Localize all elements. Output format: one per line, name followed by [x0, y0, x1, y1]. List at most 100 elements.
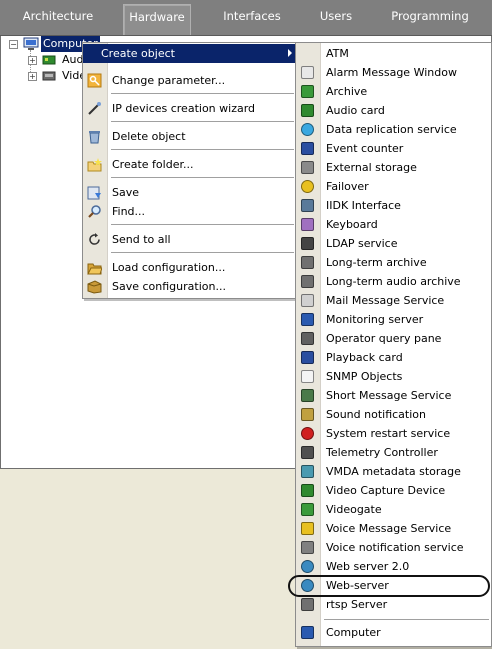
query-icon: [301, 332, 314, 345]
globe-icon: [301, 560, 314, 573]
menu-label: Send to all: [112, 233, 171, 246]
submenu-label: Video Capture Device: [326, 484, 446, 497]
menu-item-save-configuration[interactable]: Save configuration...: [83, 277, 296, 296]
menu-item-load-configuration[interactable]: Load configuration...: [83, 258, 296, 277]
submenu-item-sound-notification[interactable]: Sound notification: [296, 405, 491, 424]
submenu-item-rtsp-server[interactable]: rtsp Server: [296, 595, 491, 614]
submenu-item-voice-message-service[interactable]: Voice Message Service: [296, 519, 491, 538]
submenu-label: External storage: [326, 161, 417, 174]
menu-item-find[interactable]: Find...: [83, 202, 296, 221]
submenu-item-long-term-audio-archive[interactable]: Long-term audio archive: [296, 272, 491, 291]
submenu-item-voice-notification-service[interactable]: Voice notification service: [296, 538, 491, 557]
submenu-item-mail-message-service[interactable]: Mail Message Service: [296, 291, 491, 310]
magnifier-icon: [88, 205, 101, 218]
storage-icon: [301, 161, 314, 174]
submenu-item-short-message-service[interactable]: Short Message Service: [296, 386, 491, 405]
submenu-label: Videogate: [326, 503, 382, 516]
submenu-label: Sound notification: [326, 408, 426, 421]
menu-label: Save: [112, 186, 140, 199]
database-icon: [301, 465, 314, 478]
phone-icon: [301, 389, 314, 402]
submenu-item-archive[interactable]: Archive: [296, 82, 491, 101]
tab-users[interactable]: Users: [310, 4, 362, 34]
tape-icon: [301, 275, 314, 288]
tree-node-video[interactable]: + Vide: [1, 68, 91, 84]
submenu-label: Alarm Message Window: [326, 66, 457, 79]
menu-separator: [111, 121, 294, 122]
submenu-item-operator-query-pane[interactable]: Operator query pane: [296, 329, 491, 348]
menu-separator: [111, 224, 294, 225]
replication-icon: [301, 123, 314, 136]
box-icon: [87, 280, 102, 294]
voice-message-icon: [301, 522, 314, 535]
submenu-item-atm[interactable]: ATM: [296, 44, 491, 63]
submenu-item-iidk-interface[interactable]: IIDK Interface: [296, 196, 491, 215]
menu-separator: [111, 177, 294, 178]
submenu-label: Playback card: [326, 351, 403, 364]
create-object-submenu: ATM Alarm Message Window Archive Audio card…: [295, 42, 492, 647]
menu-item-create-folder[interactable]: Create folder...: [83, 155, 296, 174]
menu-item-create-object[interactable]: Create object: [83, 44, 296, 63]
submenu-item-system-restart-service[interactable]: System restart service: [296, 424, 491, 443]
submenu-label: Long-term audio archive: [326, 275, 461, 288]
computer-icon: [301, 626, 314, 639]
menu-item-save[interactable]: Save: [83, 183, 296, 202]
submenu-label: Computer: [326, 626, 381, 639]
ldap-icon: [301, 237, 314, 250]
submenu-item-playback-card[interactable]: Playback card: [296, 348, 491, 367]
window-list-icon: [301, 66, 314, 79]
playback-icon: [301, 351, 314, 364]
highlight-circle-annotation: [288, 575, 490, 597]
menu-separator: [111, 93, 294, 94]
tree-node-audio[interactable]: + Aud: [1, 52, 91, 68]
submenu-item-keyboard[interactable]: Keyboard: [296, 215, 491, 234]
submenu-item-computer[interactable]: Computer: [296, 623, 491, 642]
audio-card-icon: [42, 55, 56, 65]
keyboard-icon: [301, 218, 314, 231]
submenu-item-video-capture-device[interactable]: Video Capture Device: [296, 481, 491, 500]
tab-architecture[interactable]: Architecture: [14, 4, 102, 34]
submenu-label: Event counter: [326, 142, 404, 155]
submenu-item-external-storage[interactable]: External storage: [296, 158, 491, 177]
submenu-label: Voice Message Service: [326, 522, 452, 535]
menu-item-change-parameter[interactable]: Change parameter...: [83, 71, 296, 90]
failover-icon: [301, 180, 314, 193]
submenu-item-audio-card[interactable]: Audio card: [296, 101, 491, 120]
new-folder-icon: [87, 158, 102, 172]
submenu-item-event-counter[interactable]: Event counter: [296, 139, 491, 158]
submenu-item-vmda-metadata-storage[interactable]: VMDA metadata storage: [296, 462, 491, 481]
context-menu: Create object Change parameter... IP dev…: [82, 42, 297, 299]
snmp-icon: [301, 370, 314, 383]
submenu-item-telemetry-controller[interactable]: Telemetry Controller: [296, 443, 491, 462]
submenu-item-alarm-message-window[interactable]: Alarm Message Window: [296, 63, 491, 82]
tab-hardware[interactable]: Hardware: [123, 4, 191, 35]
submenu-item-long-term-archive[interactable]: Long-term archive: [296, 253, 491, 272]
submenu-label: Keyboard: [326, 218, 378, 231]
collapse-icon[interactable]: −: [9, 40, 18, 49]
submenu-item-videogate[interactable]: Videogate: [296, 500, 491, 519]
tab-interfaces[interactable]: Interfaces: [214, 4, 290, 34]
submenu-item-ldap-service[interactable]: LDAP service: [296, 234, 491, 253]
menu-item-delete-object[interactable]: Delete object: [83, 127, 296, 146]
archive-icon: [301, 85, 314, 98]
submenu-item-web-server-2-0[interactable]: Web server 2.0: [296, 557, 491, 576]
submenu-label: Audio card: [326, 104, 385, 117]
expand-icon[interactable]: +: [28, 56, 37, 65]
menu-item-ip-devices-wizard[interactable]: IP devices creation wizard: [83, 99, 296, 118]
submenu-label: rtsp Server: [326, 598, 388, 611]
sound-icon: [301, 408, 314, 421]
submenu-label: VMDA metadata storage: [326, 465, 461, 478]
expand-icon[interactable]: +: [28, 72, 37, 81]
submenu-item-monitoring-server[interactable]: Monitoring server: [296, 310, 491, 329]
menu-separator: [111, 252, 294, 253]
tab-programming[interactable]: Programming: [385, 4, 475, 34]
submenu-label: Failover: [326, 180, 369, 193]
submenu-item-snmp-objects[interactable]: SNMP Objects: [296, 367, 491, 386]
submenu-item-failover[interactable]: Failover: [296, 177, 491, 196]
submenu-label: Data replication service: [326, 123, 457, 136]
menu-item-send-to-all[interactable]: Send to all: [83, 230, 296, 249]
menu-label: Create object: [101, 47, 175, 60]
submenu-label: IIDK Interface: [326, 199, 401, 212]
interface-icon: [301, 199, 314, 212]
submenu-item-data-replication-service[interactable]: Data replication service: [296, 120, 491, 139]
